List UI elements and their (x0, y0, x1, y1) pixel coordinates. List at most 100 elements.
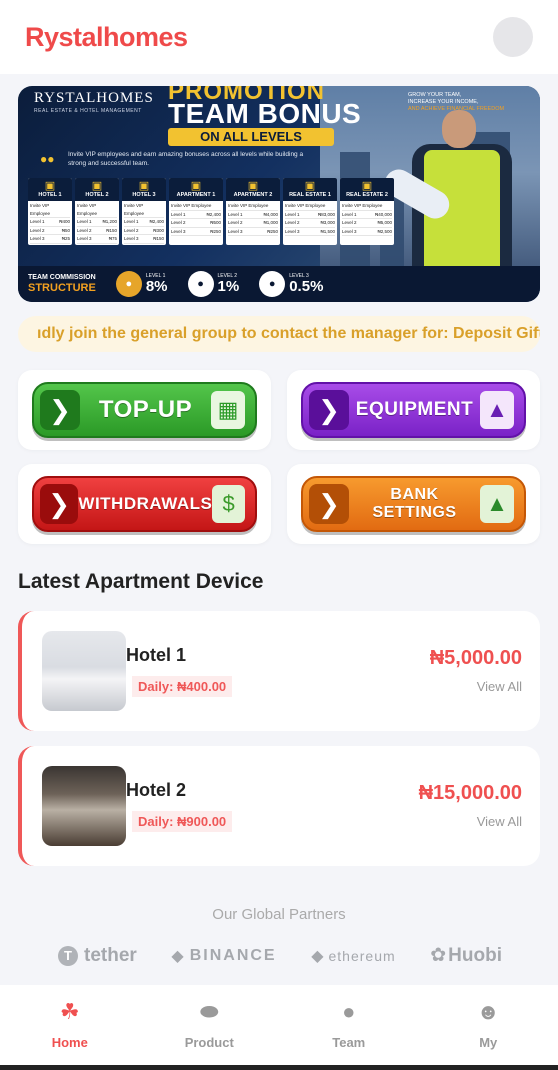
bonus-row: Level 2 ₦5,000 (342, 219, 392, 228)
bonus-column-header: ▣ APARTMENT 1 (169, 178, 223, 201)
device-card[interactable]: Hotel 1 Daily: ₦400.00 ₦5,000.00 View Al… (18, 611, 540, 731)
section-title: Latest Apartment Device (18, 570, 264, 593)
view-all-link[interactable]: View All (477, 679, 522, 694)
partner-name: Huobi (448, 944, 502, 966)
bonus-row: Level 1 ₦83,000 (285, 211, 335, 219)
device-name: Hotel 2 (126, 780, 187, 800)
bonus-amount: ₦4,000 (263, 211, 278, 217)
bonus-level: Invite VIP Employee (228, 203, 269, 208)
bonus-level: Invite VIP Employee (77, 203, 98, 216)
avatar[interactable] (493, 17, 533, 57)
group-icon: ● (259, 271, 286, 297)
bonus-row: Invite VIP Employee (228, 202, 278, 211)
notice-marquee[interactable]: ıdly join the general group to contact t… (18, 316, 540, 352)
topup-button[interactable]: ❯ TOP-UP ▦ (32, 382, 257, 438)
bonus-row: Level 1 ₦2,400 (171, 211, 221, 219)
nav-home[interactable]: ☘ Home (0, 985, 140, 1065)
user-icon: ☻ (476, 999, 500, 1024)
withdrawals-button[interactable]: ❯ WITHDRAWALS $ (32, 476, 257, 532)
bonus-column-header: ▣ HOTEL 3 (122, 178, 166, 201)
level-3-pct: 0.5% (289, 278, 324, 295)
bonus-row: Level 3 ₦250 (171, 228, 221, 236)
nav-my[interactable]: ☻ My (419, 985, 558, 1065)
bonus-level: Level 3 (171, 228, 186, 234)
bonus-amount: ₦83,000 (317, 211, 335, 217)
bonus-column-name: APARTMENT 2 (233, 192, 273, 198)
nav-label: Product (184, 1035, 234, 1050)
group-icon: ● (115, 271, 142, 297)
partner-tether: T tether (58, 945, 137, 967)
bonus-level: Level 3 (30, 236, 45, 241)
bank-settings-button[interactable]: ❯ BANK SETTINGS ▲ (301, 476, 526, 532)
commission-level-1: ● LEVEL 1 8% (115, 271, 168, 297)
bonus-row: Level 1 ₦4,000 (228, 211, 278, 219)
bonus-row: Level 2 ₦150 (77, 227, 117, 235)
bonus-column: ▣ REAL ESTATE 2 Invite VIP Employee Level 1… (340, 178, 394, 245)
team-icon: ●● (40, 152, 55, 166)
building-icon: ▣ (304, 180, 316, 192)
nav-product[interactable]: ⬬ Product (140, 985, 280, 1065)
withdrawals-card[interactable]: ❯ WITHDRAWALS $ (18, 464, 271, 544)
bonus-amount: ₦50 (61, 227, 70, 233)
bonus-column-name: HOTEL 3 (132, 192, 156, 198)
bonus-row: Level 1 ₦1,200 (77, 218, 117, 227)
bonus-row: Invite VIP Employee (124, 202, 164, 218)
oil-pump-icon: ▲ (480, 391, 514, 429)
building-icon: ▣ (361, 180, 373, 192)
bonus-level: Level 2 (228, 220, 243, 225)
bonus-column-name: REAL ESTATE 2 (346, 192, 388, 198)
view-all-link[interactable]: View All (477, 814, 522, 829)
bonus-amount: ₦1,200 (102, 219, 117, 224)
app-header: Rystalhomes (0, 0, 558, 74)
device-card[interactable]: Hotel 2 Daily: ₦900.00 ₦15,000.00 View A… (18, 746, 540, 866)
commission-level-3: ● LEVEL 3 0.5% (259, 271, 323, 297)
bonus-column: ▣ HOTEL 1 Invite VIP Employee Level 1 ₦400 Le… (28, 178, 72, 245)
equipment-card[interactable]: ❯ EQUIPMENT ▲ (287, 370, 540, 450)
partner-name: tether (84, 944, 137, 966)
system-home-bar (0, 1065, 558, 1070)
equipment-label: EQUIPMENT (355, 399, 474, 420)
nav-team[interactable]: ● Team (279, 985, 419, 1065)
bonus-amount: ₦2,400 (149, 219, 164, 224)
bonus-amount: ₦300 (153, 227, 164, 233)
chevron-right-icon: ❯ (309, 390, 349, 430)
binance-icon: ◆ (171, 947, 186, 965)
nav-label: Team (332, 1035, 366, 1050)
bonus-row: Level 2 ₦500 (171, 219, 221, 228)
bonus-column: ▣ REAL ESTATE 1 Invite VIP Employee Level 1… (283, 178, 337, 245)
commission-label: TEAM COMMISSION STRUCTURE (28, 274, 96, 294)
bonus-column-header: ▣ HOTEL 1 (28, 178, 72, 201)
bonus-level: Level 1 (342, 211, 357, 217)
equipment-button[interactable]: ❯ EQUIPMENT ▲ (301, 382, 526, 438)
bonus-amount: ₦1,500 (320, 228, 335, 234)
bonus-row: Level 2 ₦300 (124, 227, 164, 235)
topup-label: TOP-UP (98, 396, 193, 423)
bonus-level: Level 3 (228, 228, 243, 234)
bonus-amount: ₦2,500 (377, 228, 392, 234)
bonus-level: Level 2 (342, 220, 357, 225)
nav-label: Home (51, 1035, 88, 1050)
bank-settings-card[interactable]: ❯ BANK SETTINGS ▲ (287, 464, 540, 544)
banner-invite-text: Invite VIP employees and earn amazing bo… (68, 151, 304, 167)
banner-bonus-table: ▣ HOTEL 1 Invite VIP Employee Level 1 ₦400 Le… (28, 178, 394, 245)
bonus-column-header: ▣ REAL ESTATE 2 (340, 178, 394, 201)
product-icon: ⬬ (199, 999, 219, 1024)
topup-card[interactable]: ❯ TOP-UP ▦ (18, 370, 271, 450)
hotel-image (42, 631, 126, 711)
partners-title: Our Global Partners (212, 906, 346, 923)
bonus-amount: ₦5,000 (377, 220, 392, 225)
bonus-amount: ₦25 (61, 236, 70, 241)
bonus-row: Level 3 ₦25 (30, 235, 70, 244)
bonus-amount: ₦150 (106, 227, 117, 233)
bonus-column: ▣ HOTEL 2 Invite VIP Employee Level 1 ₦1,200… (75, 178, 119, 245)
promo-banner[interactable]: RYSTALHOMES REAL ESTATE & HOTEL MANAGEME… (18, 86, 540, 302)
chevron-right-icon: ❯ (40, 484, 79, 524)
grow-line-3: AND ACHIEVE FINANCIAL FREEDOM (408, 106, 505, 112)
bonus-level: Level 3 (285, 228, 300, 234)
marquee-text: ıdly join the general group to contact t… (37, 325, 540, 342)
commission-subtitle: STRUCTURE (28, 282, 96, 294)
bonus-amount: ₦40,000 (374, 211, 392, 217)
commission-level-2: ● LEVEL 2 1% (187, 271, 239, 297)
bonus-level: Invite VIP Employee (30, 203, 51, 216)
bonus-level: Level 3 (342, 228, 357, 234)
